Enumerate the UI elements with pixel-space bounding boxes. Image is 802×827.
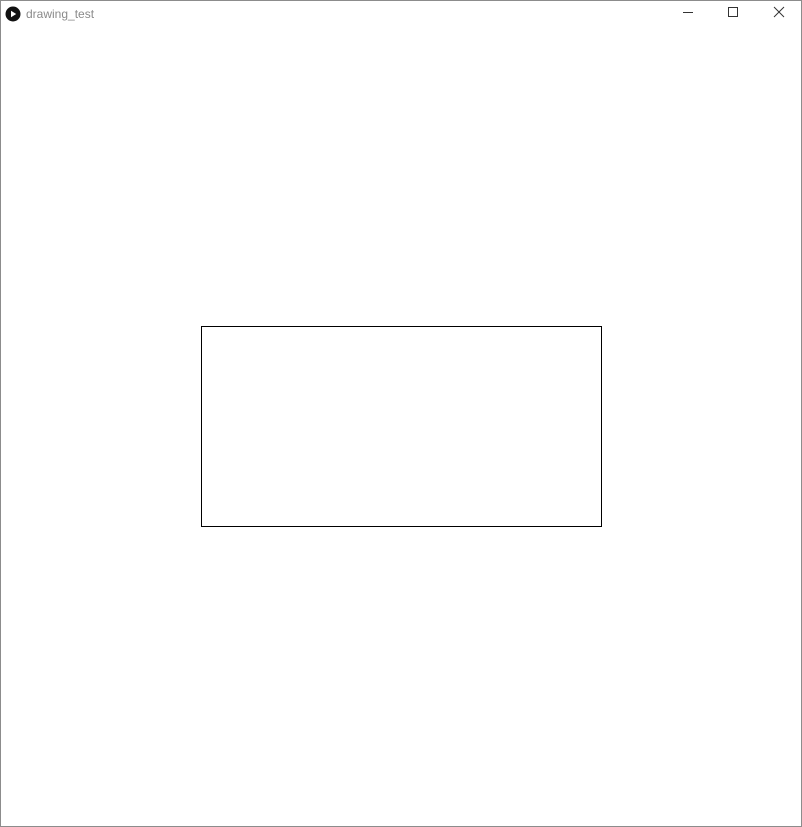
close-icon [773, 5, 785, 23]
maximize-button[interactable] [710, 1, 756, 27]
drawing-canvas[interactable] [1, 27, 801, 826]
window-title: drawing_test [26, 7, 95, 21]
minimize-icon [682, 5, 694, 23]
title-bar[interactable]: drawing_test [1, 1, 801, 27]
drawn-rectangle [201, 326, 602, 527]
close-button[interactable] [756, 1, 802, 27]
app-window: drawing_test [0, 0, 802, 827]
play-circle-icon [5, 6, 21, 22]
minimize-button[interactable] [665, 1, 711, 27]
maximize-icon [727, 5, 739, 23]
